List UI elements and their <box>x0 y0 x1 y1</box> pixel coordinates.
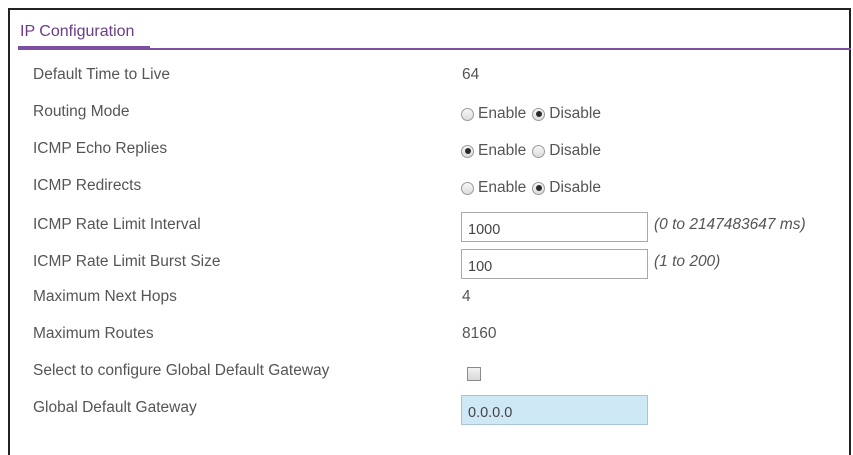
burst-size-label: ICMP Rate Limit Burst Size <box>33 253 221 270</box>
rate-interval-hint: (0 to 2147483647 ms) <box>654 216 806 233</box>
row-global-gateway-select: Select to configure Global Default Gatew… <box>0 362 853 392</box>
burst-size-hint: (1 to 200) <box>654 253 721 270</box>
row-maximum-next-hops: Maximum Next Hops 4 <box>0 288 853 318</box>
icmp-redirects-label: ICMP Redirects <box>33 177 142 194</box>
row-maximum-routes: Maximum Routes 8160 <box>0 325 853 355</box>
title-underline <box>18 46 150 48</box>
row-global-default-gateway: Global Default Gateway <box>0 395 853 429</box>
icmp-echo-disable-radio[interactable] <box>532 144 546 158</box>
row-icmp-rate-limit-interval: ICMP Rate Limit Interval (0 to 214748364… <box>0 212 853 246</box>
icmp-echo-label: ICMP Echo Replies <box>33 140 168 157</box>
icmp-redirects-enable-radio[interactable] <box>461 181 474 195</box>
title-divider <box>18 48 851 50</box>
routing-mode-label: Routing Mode <box>33 103 130 120</box>
routing-mode-radio-group: Enable Disable <box>461 105 607 123</box>
row-default-ttl: Default Time to Live 64 <box>0 66 853 96</box>
max-routes-label: Maximum Routes <box>33 325 154 342</box>
ttl-value: 64 <box>462 66 480 83</box>
routing-mode-enable-label[interactable]: Enable <box>478 105 526 123</box>
global-gateway-input[interactable] <box>461 395 648 425</box>
max-next-hops-value: 4 <box>462 288 471 305</box>
icmp-redirects-disable-radio[interactable] <box>532 181 546 195</box>
icmp-echo-enable-label[interactable]: Enable <box>478 142 526 160</box>
burst-size-input[interactable] <box>461 249 648 279</box>
max-next-hops-label: Maximum Next Hops <box>33 288 177 305</box>
ttl-label: Default Time to Live <box>33 66 170 83</box>
icmp-echo-radio-group: Enable Disable <box>461 142 607 160</box>
row-icmp-rate-limit-burst: ICMP Rate Limit Burst Size (1 to 200) <box>0 249 853 283</box>
global-gateway-checkbox[interactable] <box>467 367 481 381</box>
global-gateway-select-label: Select to configure Global Default Gatew… <box>33 362 330 379</box>
row-icmp-redirects: ICMP Redirects Enable Disable <box>0 177 853 207</box>
rate-interval-label: ICMP Rate Limit Interval <box>33 216 201 233</box>
global-gateway-label: Global Default Gateway <box>33 399 197 416</box>
section-title: IP Configuration <box>20 23 135 40</box>
routing-mode-disable-label[interactable]: Disable <box>549 105 601 123</box>
icmp-echo-disable-label[interactable]: Disable <box>549 142 601 160</box>
max-routes-value: 8160 <box>462 325 497 342</box>
icmp-redirects-enable-label[interactable]: Enable <box>478 179 526 197</box>
row-icmp-echo-replies: ICMP Echo Replies Enable Disable <box>0 140 853 170</box>
icmp-redirects-disable-label[interactable]: Disable <box>549 179 601 197</box>
row-routing-mode: Routing Mode Enable Disable <box>0 103 853 133</box>
icmp-echo-enable-radio[interactable] <box>461 144 474 158</box>
routing-mode-disable-radio[interactable] <box>532 107 546 121</box>
routing-mode-enable-radio[interactable] <box>461 107 474 121</box>
icmp-redirects-radio-group: Enable Disable <box>461 179 607 197</box>
rate-interval-input[interactable] <box>461 212 648 242</box>
